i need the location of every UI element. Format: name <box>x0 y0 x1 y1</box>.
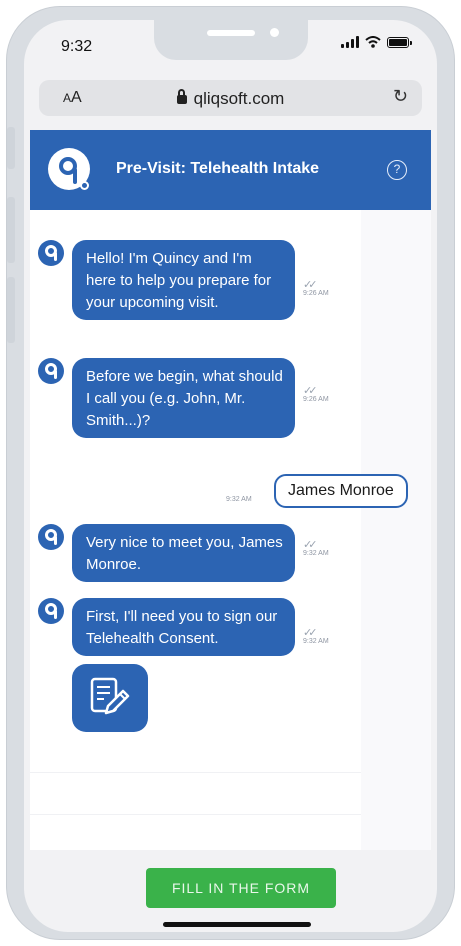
wifi-icon <box>365 36 381 48</box>
bot-avatar <box>38 598 64 624</box>
volume-up-button <box>7 197 15 263</box>
url-display[interactable]: qliqsoft.com <box>39 89 422 109</box>
read-receipt-icon: ✓✓ <box>303 279 317 291</box>
message-meta: ✓✓ 9:32 AM <box>303 539 353 558</box>
message-meta: ✓✓ 9:26 AM <box>303 279 353 298</box>
camera <box>270 28 279 37</box>
form-edit-icon <box>90 677 130 715</box>
message-meta: ✓✓ 9:32 AM <box>303 627 353 646</box>
signal-icon <box>341 36 359 48</box>
speaker <box>207 30 255 36</box>
mute-switch <box>7 127 15 169</box>
notch <box>154 20 308 60</box>
bot-message: Hello! I'm Quincy and I'm here to help y… <box>72 240 295 320</box>
battery-icon <box>387 36 412 48</box>
bot-avatar <box>38 358 64 384</box>
chat-side-panel <box>361 210 431 850</box>
qliq-logo <box>48 148 90 190</box>
divider <box>30 772 361 773</box>
read-receipt-icon: ✓✓ <box>303 627 317 639</box>
read-receipt-icon: ✓✓ <box>303 385 317 397</box>
user-message: James Monroe <box>274 474 408 508</box>
address-bar[interactable]: AA qliqsoft.com ↻ <box>39 80 422 116</box>
phone-screen: 9:32 AA qliqsoft.com ↻ Pre-Visit: Telehe… <box>24 20 437 932</box>
home-indicator <box>163 922 311 927</box>
bot-message: Very nice to meet you, James Monroe. <box>72 524 295 582</box>
form-card[interactable] <box>72 664 148 732</box>
bot-message: First, I'll need you to sign our Telehea… <box>72 598 295 656</box>
lock-icon <box>176 89 187 104</box>
app-header: Pre-Visit: Telehealth Intake ? <box>30 130 431 210</box>
user-message-time: 9:32 AM <box>226 496 252 503</box>
url-text: qliqsoft.com <box>193 89 285 108</box>
read-receipt-icon: ✓✓ <box>303 539 317 551</box>
help-icon[interactable]: ? <box>387 160 407 180</box>
reload-icon[interactable]: ↻ <box>393 86 408 107</box>
status-time: 9:32 <box>61 38 93 55</box>
page-title: Pre-Visit: Telehealth Intake <box>116 160 320 177</box>
bot-avatar <box>38 240 64 266</box>
chat-area[interactable]: Hello! I'm Quincy and I'm here to help y… <box>30 210 431 850</box>
divider <box>30 814 361 815</box>
fill-in-form-button[interactable]: FILL IN THE FORM <box>146 868 336 908</box>
status-icons <box>341 36 412 48</box>
bot-message: Before we begin, what should I call you … <box>72 358 295 438</box>
message-meta: ✓✓ 9:26 AM <box>303 385 353 404</box>
bot-avatar <box>38 524 64 550</box>
volume-down-button <box>7 277 15 343</box>
